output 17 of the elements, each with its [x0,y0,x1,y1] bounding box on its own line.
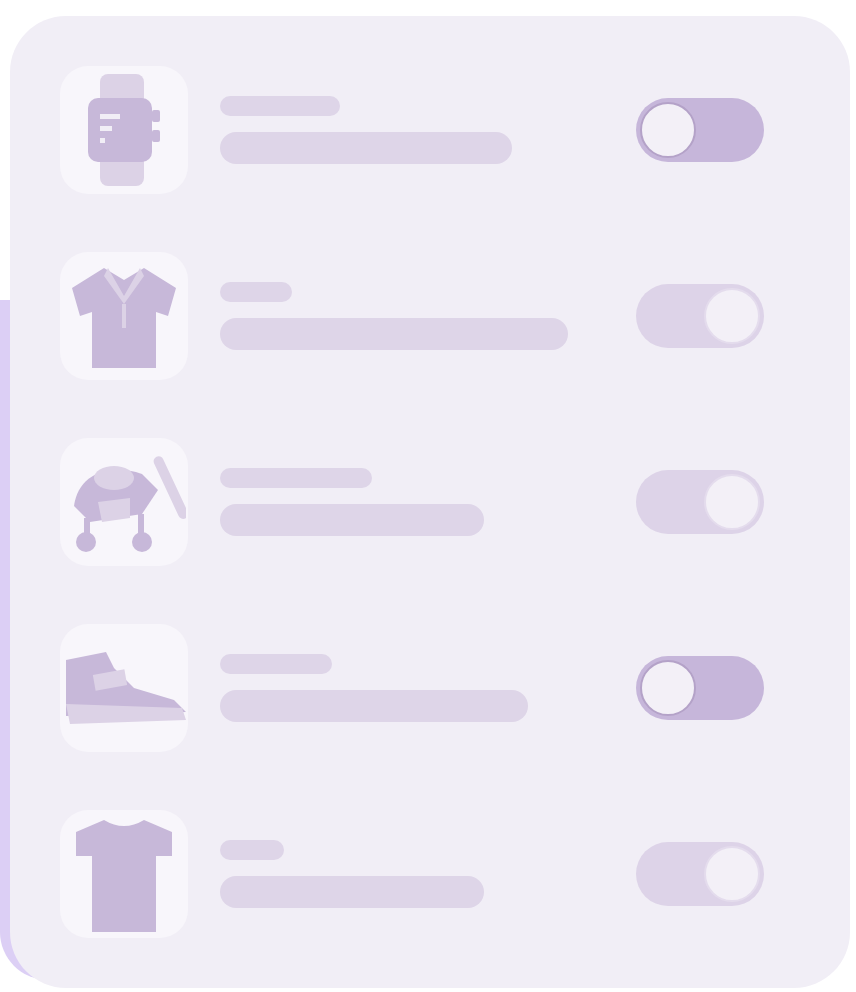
toggle-knob [640,660,696,716]
toggle-knob [704,846,760,902]
toggle-knob [704,288,760,344]
toggle-switch[interactable] [636,98,764,162]
title-placeholder [220,654,332,674]
t-shirt-icon [72,816,176,932]
toggle-switch[interactable] [636,284,764,348]
title-placeholder [220,96,340,116]
title-placeholder [220,282,292,302]
sneaker-icon [62,648,186,728]
title-placeholder [220,840,284,860]
toggle-switch[interactable] [636,470,764,534]
toggle-switch[interactable] [636,842,764,906]
smartwatch-icon [84,74,164,186]
toggle-knob [704,474,760,530]
toggle-switch[interactable] [636,656,764,720]
toggle-knob [640,102,696,158]
